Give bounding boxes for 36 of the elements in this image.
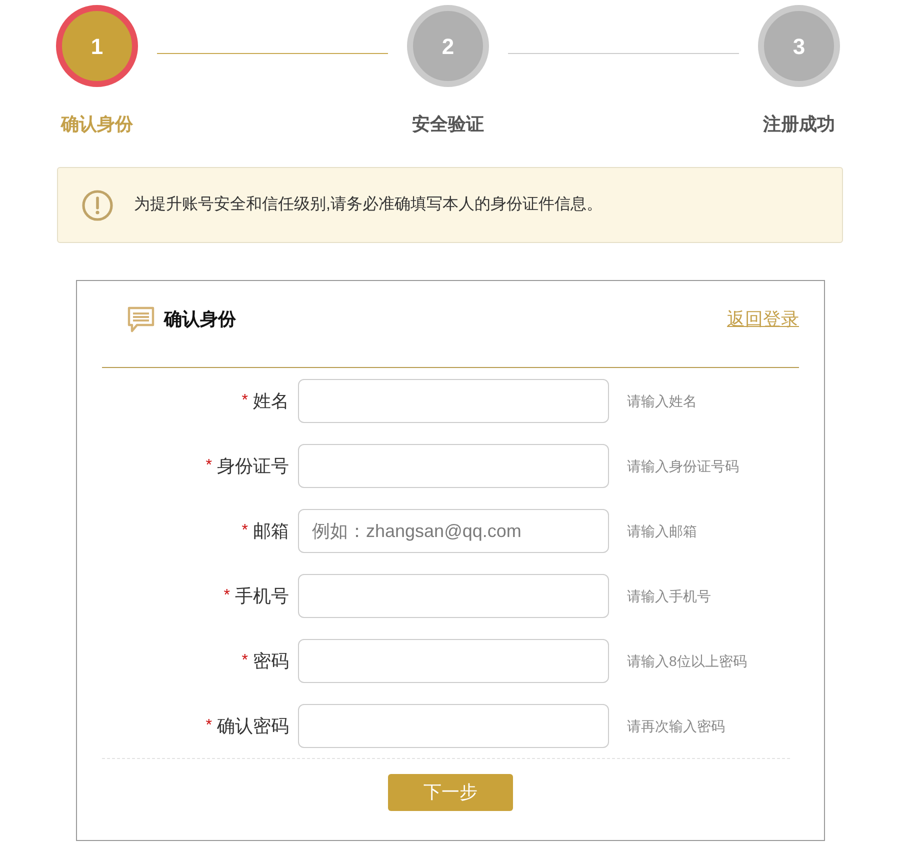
field-hint: 请输入8位以上密码 bbox=[627, 652, 747, 670]
field-hint: 请再次输入密码 bbox=[627, 716, 725, 736]
input-field[interactable] bbox=[298, 639, 609, 683]
field-hint: 请输入手机号 bbox=[627, 586, 711, 606]
required-asterisk: * bbox=[242, 651, 248, 671]
message-icon bbox=[127, 306, 155, 333]
field-label: 身份证号 bbox=[217, 454, 289, 478]
notice-text: 为提升账号安全和信任级别,请务必准确填写本人的身份证件信息。 bbox=[134, 194, 602, 215]
field-hint: 请输入身份证号码 bbox=[627, 456, 739, 476]
field-label: 邮箱 bbox=[253, 520, 289, 542]
input-field[interactable] bbox=[298, 574, 609, 618]
required-asterisk: * bbox=[242, 521, 248, 541]
step-number: 2 bbox=[407, 5, 489, 87]
required-asterisk: * bbox=[242, 391, 248, 411]
back-to-login-link[interactable]: 返回登录 bbox=[727, 306, 799, 333]
field-hint: 请输入姓名 bbox=[627, 392, 697, 410]
input-field[interactable] bbox=[298, 379, 609, 423]
warning-icon bbox=[82, 190, 113, 220]
required-asterisk: * bbox=[206, 716, 212, 736]
required-asterisk: * bbox=[224, 586, 230, 606]
step-number: 1 bbox=[56, 5, 138, 87]
step-number: 3 bbox=[758, 5, 840, 87]
field-hint: 请输入邮箱 bbox=[627, 522, 697, 540]
field-label: 手机号 bbox=[235, 584, 289, 608]
field-label: 确认密码 bbox=[217, 714, 289, 738]
input-field[interactable]: 例如：zhangsan@qq.com bbox=[298, 509, 609, 553]
step-label: 确认身份 bbox=[61, 113, 133, 136]
field-label: 密码 bbox=[253, 650, 289, 672]
input-field[interactable] bbox=[298, 704, 609, 748]
step-label: 注册成功 bbox=[763, 113, 835, 136]
required-asterisk: * bbox=[206, 456, 212, 476]
form-title: 确认身份 bbox=[164, 308, 236, 331]
field-label: 姓名 bbox=[253, 390, 289, 412]
input-field[interactable] bbox=[298, 444, 609, 488]
step-label: 安全验证 bbox=[412, 113, 484, 136]
next-step-button[interactable]: 下一步 bbox=[388, 774, 513, 811]
